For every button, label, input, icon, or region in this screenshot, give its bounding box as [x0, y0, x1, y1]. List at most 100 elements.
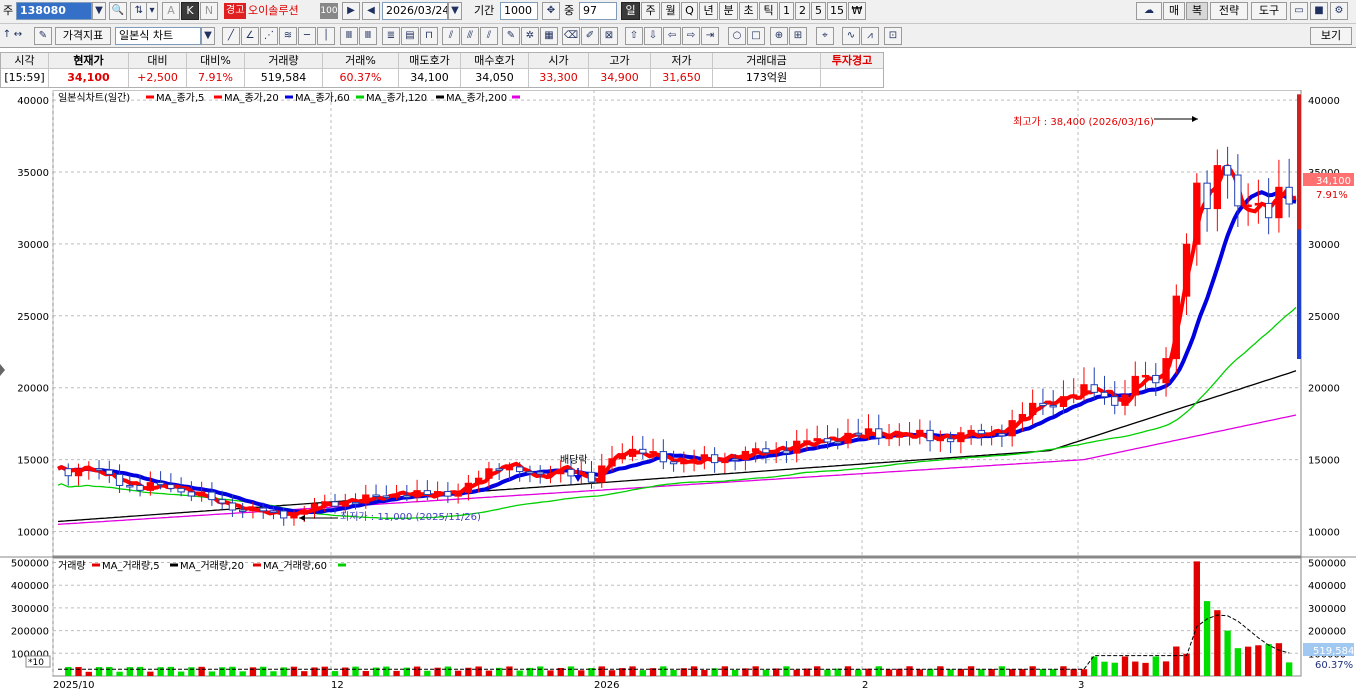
interval-1-button[interactable]: 1	[779, 2, 794, 20]
gann-grid-icon[interactable]: ▤	[401, 27, 419, 45]
quadrant-line-icon[interactable]: ⊓	[420, 27, 438, 45]
prev-stock-icon[interactable]: ◀	[362, 2, 380, 20]
candle-up	[649, 451, 657, 454]
wave-icon[interactable]: ∿	[842, 27, 860, 45]
move-left-icon[interactable]: ⇦	[663, 27, 681, 45]
cycle-line-icon[interactable]: Ⅲ	[359, 27, 377, 45]
chart-type-dropdown-icon[interactable]: ▼	[201, 27, 215, 45]
sort-dropdown-icon[interactable]: ▾	[146, 2, 158, 20]
pencil-icon[interactable]: ✎	[502, 27, 520, 45]
volume-bar-up	[1244, 646, 1252, 676]
k-button[interactable]: K	[181, 2, 199, 20]
move-end-icon[interactable]: ⇥	[701, 27, 719, 45]
edit-indicator-icon[interactable]: ✎	[34, 27, 52, 45]
period-tick-button[interactable]: 틱	[759, 2, 778, 20]
candle-down	[1100, 391, 1109, 398]
move-up-icon[interactable]: ⇧	[625, 27, 643, 45]
volume-bar-up	[290, 666, 298, 676]
interval-15-button[interactable]: 15	[827, 2, 847, 20]
angle-line-icon[interactable]: ∠	[241, 27, 259, 45]
interval-2-button[interactable]: 2	[795, 2, 810, 20]
period-quarter-button[interactable]: Q	[681, 2, 698, 20]
won-icon[interactable]: ₩	[848, 2, 866, 20]
volume-bar-down	[157, 667, 164, 676]
period-week-button[interactable]: 주	[641, 2, 660, 20]
candle-up	[1254, 202, 1263, 206]
vertical-line-icon[interactable]: │	[317, 27, 335, 45]
next-stock-icon[interactable]: ▶	[342, 2, 360, 20]
period-minute-button[interactable]: 분	[719, 2, 738, 20]
speed-line-icon[interactable]: ≋	[279, 27, 297, 45]
eraser-icon[interactable]: ⌫	[562, 27, 580, 45]
period-second-button[interactable]: 초	[739, 2, 758, 20]
complex-button[interactable]: 복	[1186, 2, 1208, 20]
time-tick: 2025/10	[53, 680, 95, 690]
candle-up	[864, 428, 873, 435]
save-icon[interactable]: ■	[1310, 2, 1328, 20]
rectangle-tool-icon[interactable]: □	[747, 27, 765, 45]
quote-header-change: 대비	[129, 53, 186, 69]
move-right-icon[interactable]: ⇨	[682, 27, 700, 45]
stock-code-input[interactable]: 138080	[16, 2, 92, 20]
price-indicator-button[interactable]: 가격지표	[55, 27, 111, 45]
period-input[interactable]: 1000	[500, 2, 538, 20]
crosshair-icon[interactable]: ⌖	[816, 27, 834, 45]
candle-down	[187, 491, 196, 497]
trend-line-icon[interactable]: ╱	[222, 27, 240, 45]
regression-icon[interactable]: ⫻	[461, 27, 479, 45]
arrow-left-right-icon[interactable]: ↔	[12, 27, 24, 45]
fan-line-icon[interactable]: ⋰	[260, 27, 278, 45]
period-month-button[interactable]: 월	[661, 2, 680, 20]
price-tick-left: 20000	[17, 384, 49, 395]
candle-up	[310, 503, 319, 512]
volume-bar-up	[578, 670, 585, 676]
buy-sell-button[interactable]: 매	[1163, 2, 1185, 20]
quote-col-volume: 거래량 519,584	[245, 53, 323, 87]
fibo-time-icon[interactable]: Ⅲ	[340, 27, 358, 45]
channel-icon[interactable]: ⫽	[442, 27, 460, 45]
chart-type-select[interactable]: 일본식 차트	[115, 27, 201, 45]
palette-icon[interactable]: ▦	[540, 27, 558, 45]
circle-tool-icon[interactable]: ○	[728, 27, 746, 45]
period-day-button[interactable]: 일	[621, 2, 640, 20]
volume-bar-up	[1173, 646, 1180, 676]
search-icon[interactable]: 🔍	[109, 2, 127, 20]
volume-bar-up	[1193, 561, 1200, 676]
tools-button[interactable]: 도구	[1251, 2, 1287, 20]
candle-down	[495, 468, 503, 471]
move-down-icon[interactable]: ⇩	[644, 27, 662, 45]
volume-tag: 519,584	[1313, 646, 1354, 657]
volume-bar-down	[660, 666, 667, 676]
quote-col-amount: 거래대금 173억원	[713, 53, 821, 87]
calendar-dropdown-icon[interactable]: ▼	[448, 2, 462, 20]
view-button[interactable]: 보기	[1310, 27, 1352, 45]
period-year-button[interactable]: 년	[699, 2, 718, 20]
magic-icon[interactable]: ✲	[521, 27, 539, 45]
cloud-icon[interactable]: ☁	[1136, 2, 1162, 20]
zoom-region-icon[interactable]: ⊞	[789, 27, 807, 45]
edit-object-icon[interactable]: ✐	[581, 27, 599, 45]
horizontal-line-icon[interactable]: ─	[298, 27, 316, 45]
zoom-in-icon[interactable]: ⊕	[770, 27, 788, 45]
stock-chart[interactable]: 10000 1000015000 1500020000 2000025000 25000…	[0, 90, 1356, 690]
interval-5-button[interactable]: 5	[811, 2, 826, 20]
mid-input[interactable]: 97	[579, 2, 617, 20]
zigzag-icon[interactable]: ⩘	[861, 27, 879, 45]
date-input[interactable]: 2026/03/24	[382, 2, 448, 20]
fibo-retracement-icon[interactable]: ≣	[382, 27, 400, 45]
volume-bar-down	[229, 666, 236, 676]
volume-bar-up	[475, 666, 482, 676]
volume-bar-down	[167, 666, 175, 676]
fit-screen-icon[interactable]: ⊡	[884, 27, 902, 45]
delete-all-icon[interactable]: ⊠	[600, 27, 618, 45]
settings-wrench-icon[interactable]: ⚙	[1330, 2, 1348, 20]
strategy-button[interactable]: 전략	[1210, 2, 1248, 20]
n-button[interactable]: N	[200, 2, 218, 20]
volume-bar-up	[896, 668, 903, 676]
parallel-line-icon[interactable]: ⫽	[480, 27, 498, 45]
a-button[interactable]: A	[162, 2, 180, 20]
stock-dropdown-icon[interactable]: ▼	[92, 2, 106, 20]
move-icon[interactable]: ✥	[542, 2, 560, 20]
open-folder-icon[interactable]: ▭	[1290, 2, 1308, 20]
candle-up	[905, 433, 914, 437]
